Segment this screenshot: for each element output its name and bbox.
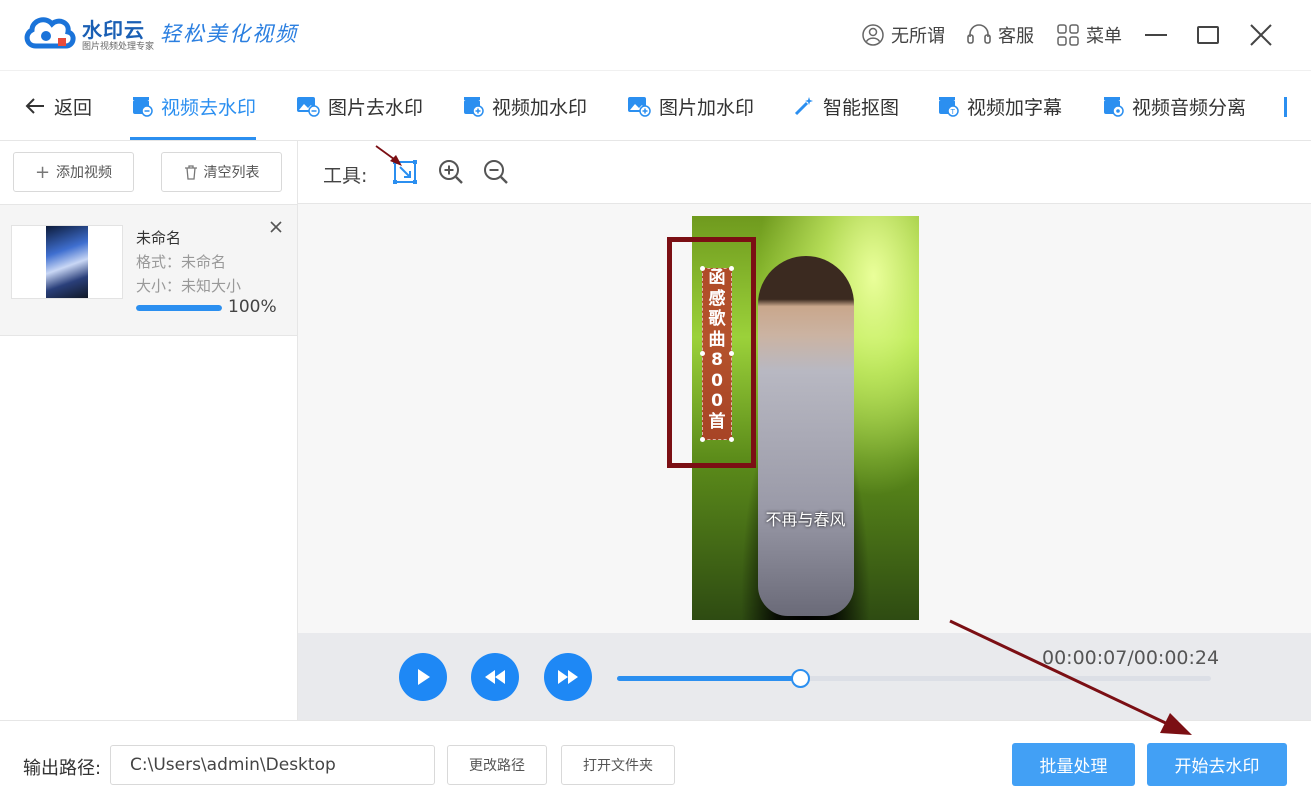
open-folder-button[interactable]: 打开文件夹 (561, 745, 675, 785)
zoom-in-icon[interactable] (437, 158, 465, 186)
file-format: 格式：未命名 (136, 253, 227, 271)
thumbnail-image (46, 226, 88, 298)
timeline-slider[interactable] (617, 669, 1211, 688)
title-bar: 水印云 图片视频处理专家 轻松美化视频 无所谓 客服 菜单 (0, 0, 1311, 70)
tools-label: 工具: (323, 165, 368, 187)
clear-list-label: 清空列表 (203, 165, 260, 181)
clear-list-button[interactable]: 清空列表 (161, 152, 282, 192)
back-label: 返回 (54, 96, 93, 119)
batch-process-button[interactable]: 批量处理 (1012, 743, 1135, 786)
minimize-icon (1145, 34, 1167, 36)
close-icon (1250, 24, 1272, 46)
tab-label: 视频加水印 (492, 96, 588, 119)
video-icon (133, 97, 153, 117)
file-progress-bar (136, 305, 222, 311)
plus-icon: + (34, 161, 51, 183)
service-label: 客服 (998, 26, 1034, 47)
tools-bar: 工具: (298, 141, 1311, 204)
tab-video-add-subtitle[interactable]: T 视频加字幕 (937, 71, 1062, 141)
start-remove-watermark-button[interactable]: 开始去水印 (1147, 743, 1287, 786)
tab-label: 视频加字幕 (967, 96, 1063, 119)
tab-video-add-watermark[interactable]: 视频加水印 (462, 71, 587, 141)
select-region-icon[interactable] (391, 158, 419, 186)
user-menu[interactable]: 无所谓 (861, 22, 945, 48)
video-icon (1104, 97, 1124, 117)
back-button[interactable]: 返回 (24, 71, 92, 141)
image-icon (297, 97, 320, 117)
tab-label: 图片去水印 (328, 96, 424, 119)
image-icon (628, 97, 651, 117)
headset-icon (967, 24, 991, 44)
file-size: 大小：未知大小 (136, 277, 242, 295)
playback-controls: 00:00:07/00:00:24 (298, 633, 1311, 720)
tab-smart-cutout[interactable]: 智能抠图 (793, 71, 899, 141)
file-progress-text: 100% (228, 297, 277, 317)
close-window-button[interactable] (1246, 20, 1276, 50)
arrow-left-icon (25, 98, 44, 114)
play-icon (418, 669, 430, 685)
zoom-out-icon[interactable] (482, 158, 510, 186)
output-bar: 输出路径: C:\Users\admin\Desktop 更改路径 打开文件夹 … (0, 720, 1311, 808)
add-video-button[interactable]: + 添加视频 (13, 152, 134, 192)
maximize-icon (1197, 26, 1219, 44)
tab-image-add-watermark[interactable]: 图片加水印 (627, 71, 754, 141)
fast-forward-icon (558, 670, 578, 684)
tab-label: 智能抠图 (823, 96, 900, 119)
service-button[interactable]: 客服 (966, 22, 1034, 48)
tab-overflow-indicator[interactable] (1284, 97, 1287, 117)
slogan: 轻松美化视频 (160, 22, 298, 46)
tab-video-remove-watermark[interactable]: 视频去水印 (131, 71, 256, 141)
video-icon (464, 97, 484, 117)
tab-bar: 返回 视频去水印 图片去水印 视频加水印 图片加水印 智能抠图 T 视频加字幕 … (0, 70, 1311, 141)
menu-label: 菜单 (1086, 26, 1122, 47)
file-list-item[interactable]: 未命名 格式：未命名 大小：未知大小 100% (0, 204, 297, 336)
file-progress-fill (136, 305, 222, 311)
svg-text:T: T (950, 108, 956, 116)
add-video-label: 添加视频 (56, 165, 113, 181)
active-tab-indicator (130, 137, 256, 140)
grid-menu-icon (1057, 24, 1079, 46)
user-label: 无所谓 (891, 26, 945, 47)
brand-subtitle: 图片视频处理专家 (82, 42, 155, 52)
cloud-logo-icon (24, 17, 76, 49)
play-button[interactable] (399, 653, 447, 701)
video-icon: T (939, 97, 959, 117)
fast-forward-button[interactable] (544, 653, 592, 701)
minimize-button[interactable] (1141, 20, 1171, 50)
user-icon (862, 24, 884, 46)
trash-icon (184, 164, 197, 180)
timeline-progress (617, 676, 800, 681)
video-thumbnail (11, 225, 123, 299)
tab-label: 视频音频分离 (1132, 96, 1247, 119)
time-display: 00:00:07/00:00:24 (1042, 647, 1220, 669)
tab-label: 视频去水印 (161, 96, 257, 119)
maximize-button[interactable] (1193, 20, 1223, 50)
file-list-panel: + 添加视频 清空列表 未命名 格式：未命名 大小：未知大小 100% (0, 141, 298, 720)
menu-button[interactable]: 菜单 (1056, 22, 1122, 48)
rewind-icon (485, 670, 505, 684)
annotation-highlight-box (667, 237, 756, 468)
rewind-button[interactable] (471, 653, 519, 701)
timeline-handle[interactable] (790, 669, 810, 688)
change-path-button[interactable]: 更改路径 (447, 745, 547, 785)
video-frame-content (758, 256, 854, 616)
tab-label: 图片加水印 (659, 96, 755, 119)
output-path-label: 输出路径: (23, 758, 102, 779)
remove-file-icon[interactable] (266, 217, 286, 237)
preview-workspace: 工具: 函感歌曲800首 不再与春风 00:00:07/00:00:24 (298, 141, 1311, 720)
tab-video-audio-split[interactable]: 视频音频分离 (1102, 71, 1246, 141)
magic-wand-icon (794, 97, 813, 116)
file-name: 未命名 (136, 229, 182, 247)
video-subtitle: 不再与春风 (765, 510, 846, 529)
tab-image-remove-watermark[interactable]: 图片去水印 (296, 71, 423, 141)
output-path-field[interactable]: C:\Users\admin\Desktop (110, 745, 435, 785)
